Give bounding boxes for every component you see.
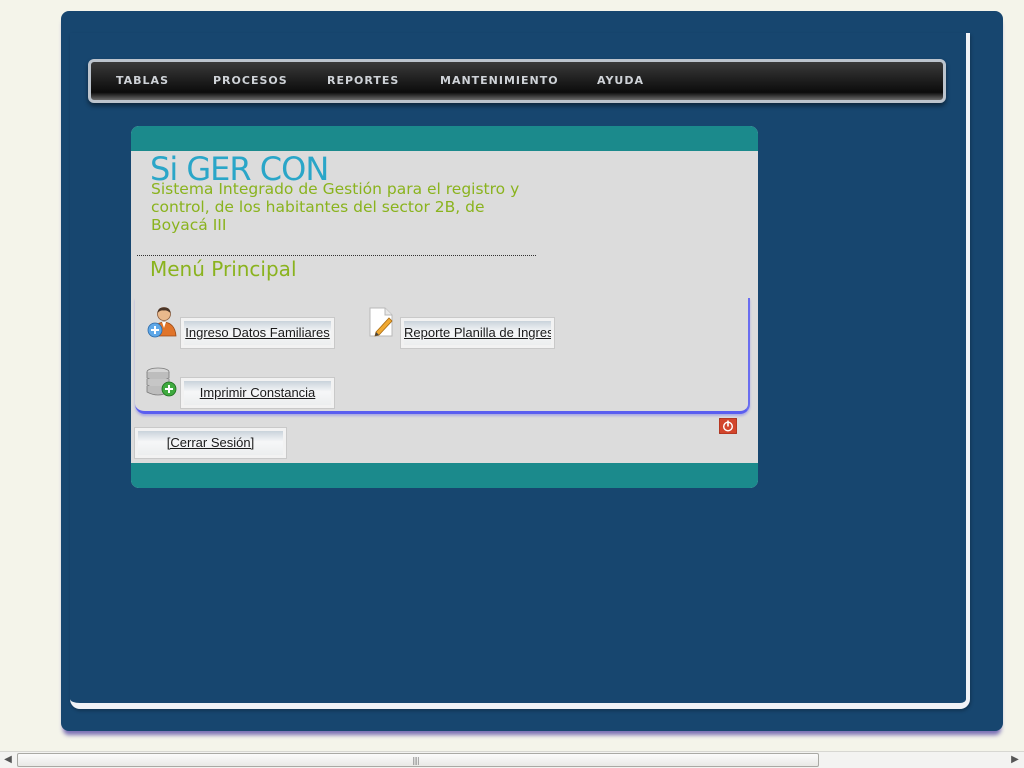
menu-heading: Menú Principal	[150, 257, 297, 281]
reporte-planilla-button[interactable]: Reporte Planilla de Ingreso	[400, 317, 555, 349]
ingreso-datos-familiares-button[interactable]: Ingreso Datos Familiares	[180, 317, 335, 349]
horizontal-scrollbar[interactable]: ◀ |||| ▶	[0, 751, 1024, 768]
scrollbar-thumb[interactable]: ||||	[17, 753, 819, 767]
panel-footer-band	[131, 463, 758, 488]
main-menu-panel: Si GER CON Sistema Integrado de Gestión …	[131, 126, 758, 488]
scroll-left-arrow-icon[interactable]: ◀	[0, 752, 16, 768]
add-database-icon[interactable]	[145, 366, 179, 404]
top-nav-bar: TABLAS PROCESOS REPORTES MANTENIMIENTO A…	[88, 59, 946, 103]
edit-document-icon[interactable]	[367, 306, 397, 344]
scroll-right-arrow-icon[interactable]: ▶	[1007, 752, 1023, 768]
app-subtitle: Sistema Integrado de Gestión para el reg…	[151, 180, 520, 234]
power-icon[interactable]	[718, 417, 738, 435]
nav-item-mantenimiento[interactable]: MANTENIMIENTO	[440, 62, 559, 100]
panel-header-band	[131, 126, 758, 151]
imprimir-constancia-button[interactable]: Imprimir Constancia	[180, 377, 335, 409]
cerrar-sesion-button[interactable]: [Cerrar Sesión]	[134, 427, 287, 459]
nav-item-tablas[interactable]: TABLAS	[116, 62, 169, 100]
nav-item-ayuda[interactable]: AYUDA	[597, 62, 644, 100]
scrollbar-grip-icon: ||||	[412, 756, 420, 765]
add-user-icon[interactable]	[146, 306, 178, 344]
nav-item-procesos[interactable]: PROCESOS	[213, 62, 288, 100]
title-divider	[137, 255, 536, 256]
nav-item-reportes[interactable]: REPORTES	[327, 62, 399, 100]
